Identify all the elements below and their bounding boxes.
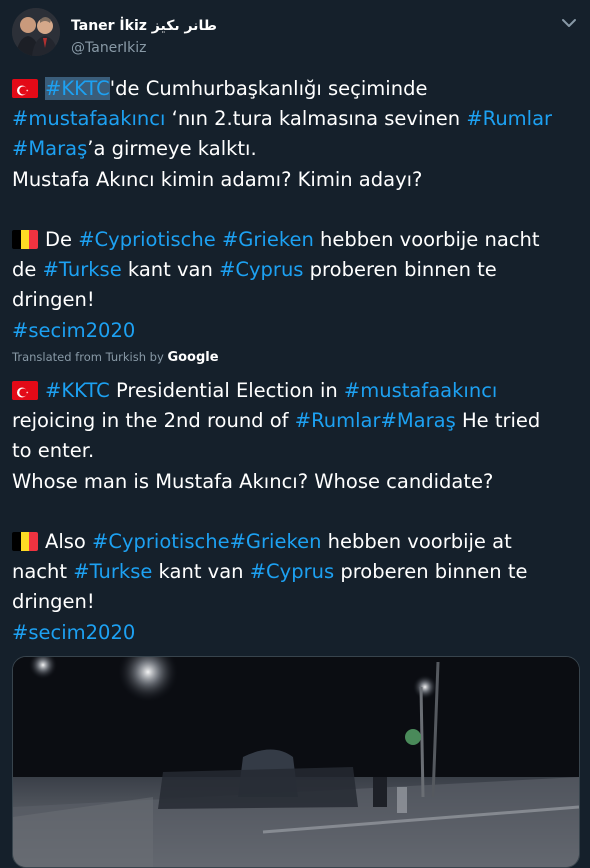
text-segment: nacht <box>12 560 74 584</box>
text-line: nacht #Turkse kant van #Cyprus proberen … <box>12 557 578 587</box>
hashtag-link[interactable]: #secim2020 <box>12 621 135 644</box>
text-segment: Also <box>45 529 93 553</box>
chevron-down-icon[interactable] <box>560 14 578 32</box>
text-segment: Mustafa Akıncı kimin adamı? Kimin adayı? <box>12 167 423 191</box>
text-segment: kant van <box>121 258 220 282</box>
hashtag-link[interactable]: #Grieken <box>222 228 314 251</box>
text-segment: Presidential Election in <box>109 379 344 402</box>
text-line: de #Turkse kant van #Cyprus proberen bin… <box>12 255 578 285</box>
google-logo: Google <box>167 350 219 365</box>
text-segment: De <box>45 227 79 251</box>
text-line: Mustafa Akıncı kimin adamı? Kimin adayı? <box>12 165 578 195</box>
video-media[interactable] <box>12 656 580 868</box>
hashtag-link[interactable]: #Maraş <box>12 137 87 160</box>
avatar[interactable] <box>12 8 60 56</box>
turkey-flag-icon <box>12 381 38 400</box>
text-line: #Maraş’a girmeye kalktı. <box>12 134 578 164</box>
text-line <box>12 497 578 527</box>
display-name-latin[interactable]: Taner İkiz <box>71 18 147 34</box>
turkey-flag-icon <box>12 79 38 98</box>
text-line: #secim2020 <box>12 316 578 346</box>
hashtag-link[interactable]: #Turkse <box>43 258 122 281</box>
hashtag-link[interactable]: #Cypriotische <box>92 530 230 553</box>
text-line: Whose man is Mustafa Akıncı? Whose candi… <box>12 467 578 497</box>
text-segment: Whose man is Mustafa Akıncı? Whose candi… <box>12 469 494 493</box>
tweet-header: Taner İkiz طانر ىكيز @TanerIkiz <box>12 8 582 56</box>
belgium-flag-icon <box>12 229 38 249</box>
text-segment: dringen! <box>12 288 95 312</box>
text-line: rejoicing in the 2nd round of #Rumlar#Ma… <box>12 406 578 436</box>
text-segment: 'de Cumhurbaşkanlığı seçiminde <box>109 77 428 100</box>
translated-label: Translated from Turkish by <box>12 350 164 364</box>
text-segment: ’a girmeye kalktı. <box>87 137 257 161</box>
text-segment: ‘nın 2.tura kalmasına sevinen <box>165 107 467 131</box>
display-name[interactable]: Taner İkiz طانر ىكيز <box>71 18 217 34</box>
text-line: dringen! <box>12 285 578 315</box>
text-line: to enter. <box>12 436 578 466</box>
hashtag-link[interactable]: #Grieken <box>230 530 322 553</box>
text-segment: to enter. <box>12 439 95 463</box>
text-line: dringen! <box>12 587 578 617</box>
hashtag-link[interactable]: #Cyprus <box>250 560 334 583</box>
hashtag-link[interactable]: #Rumlar <box>466 107 552 130</box>
text-segment: proberen binnen te <box>303 258 497 282</box>
text-segment: hebben voorbije nacht <box>313 227 540 251</box>
hashtag-link[interactable]: #secim2020 <box>12 319 135 342</box>
text-line: #mustafaakıncı ‘nın 2.tura kalmasına sev… <box>12 104 578 134</box>
text-line: #KKTC'de Cumhurbaşkanlığı seçiminde <box>12 74 578 104</box>
hashtag-link[interactable]: #Cyprus <box>219 258 303 281</box>
translated-text: #KKTC Presidential Election in #mustafaa… <box>12 376 578 648</box>
hashtag-link[interactable]: #Rumlar <box>295 409 381 432</box>
text-segment: He tried <box>455 409 541 433</box>
hashtag-link[interactable]: #mustafaakıncı <box>12 107 165 130</box>
text-line: #secim2020 <box>12 618 578 648</box>
text-segment: rejoicing in the 2nd round of <box>12 409 295 433</box>
hashtag-link[interactable]: #Cypriotische <box>78 228 216 251</box>
text-line: De #Cypriotische #Grieken hebben voorbij… <box>12 225 578 255</box>
user-handle[interactable]: @TanerIkiz <box>71 40 147 56</box>
text-segment: de <box>12 258 43 282</box>
hashtag-link[interactable]: #KKTC <box>45 379 110 402</box>
text-line: Also #Cypriotische#Grieken hebben voorbi… <box>12 527 578 557</box>
tweet-text: #KKTC'de Cumhurbaşkanlığı seçiminde #must… <box>12 74 578 346</box>
text-line <box>12 195 578 225</box>
text-segment: kant van <box>152 560 250 584</box>
hashtag-link[interactable]: #Maraş <box>381 409 456 432</box>
translation-attribution[interactable]: Translated from Turkish by Google <box>12 350 219 365</box>
hashtag-link[interactable]: #Turkse <box>73 560 152 583</box>
text-line: #KKTC Presidential Election in #mustafaa… <box>12 376 578 406</box>
text-segment: hebben voorbije at <box>321 529 512 553</box>
hashtag-link[interactable]: #mustafaakıncı <box>344 379 497 402</box>
text-segment: dringen! <box>12 590 95 614</box>
text-segment: proberen binnen te <box>334 560 528 584</box>
display-name-arabic[interactable]: طانر ىكيز <box>152 18 217 34</box>
belgium-flag-icon <box>12 531 38 551</box>
hashtag-link[interactable]: #KKTC <box>45 77 110 100</box>
